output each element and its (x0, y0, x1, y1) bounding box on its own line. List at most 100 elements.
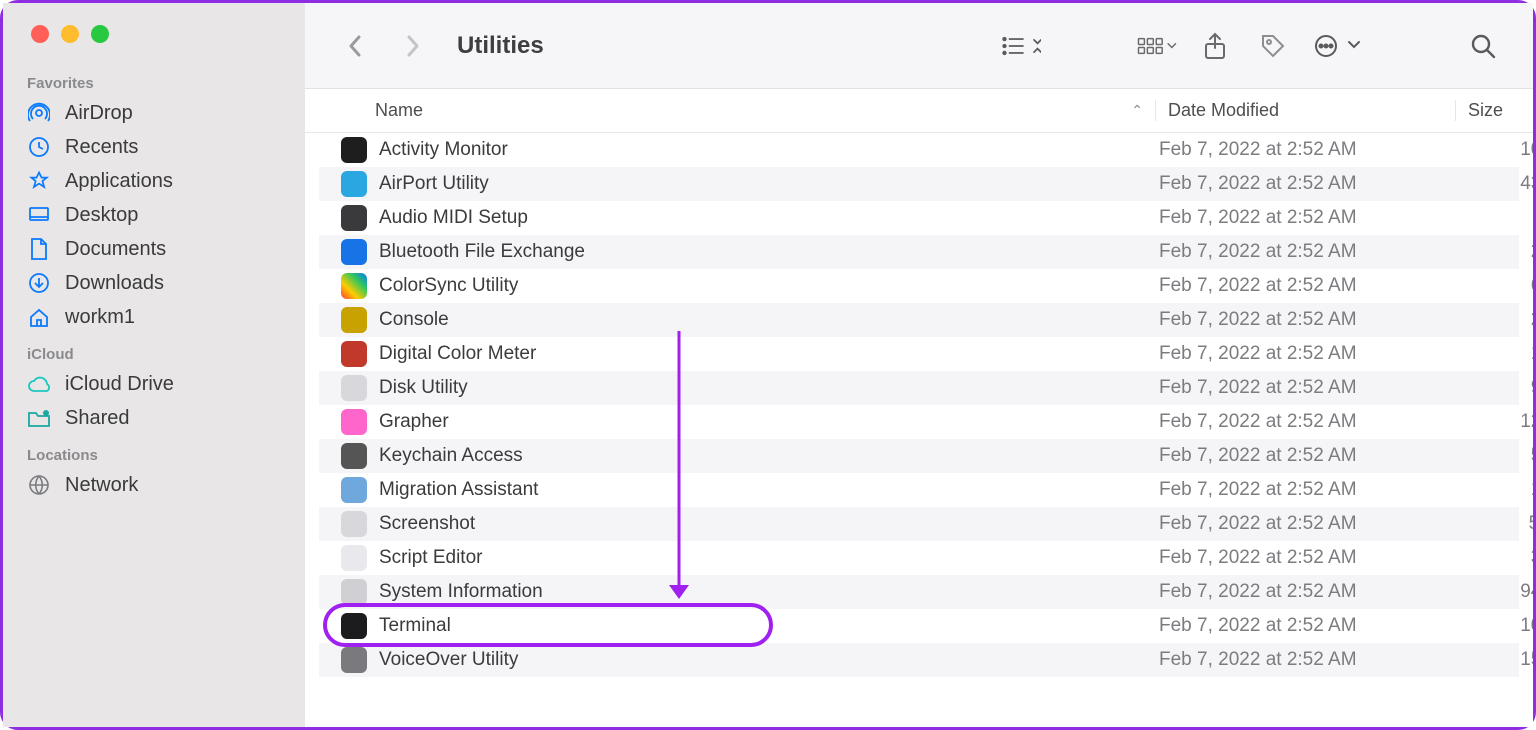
file-date: Feb 7, 2022 at 2:52 AM (1155, 581, 1455, 603)
file-size: 15.3 MB (1455, 649, 1533, 671)
file-size: 6.8 MB (1455, 275, 1533, 297)
file-date: Feb 7, 2022 at 2:52 AM (1155, 207, 1455, 229)
app-icon (341, 341, 367, 367)
file-date: Feb 7, 2022 at 2:52 AM (1155, 479, 1455, 501)
sidebar-item-airdrop[interactable]: AirDrop (11, 96, 297, 130)
file-row[interactable]: Bluetooth File Exchange Feb 7, 2022 at 2:… (319, 235, 1519, 269)
file-row[interactable]: TerminalFeb 7, 2022 at 2:52 AM10.6 MBApp… (319, 609, 1519, 643)
download-icon (27, 271, 51, 295)
file-row[interactable]: ConsoleFeb 7, 2022 at 2:52 AM2.7 MBAppli… (319, 303, 1519, 337)
file-date: Feb 7, 2022 at 2:52 AM (1155, 513, 1455, 535)
file-date: Feb 7, 2022 at 2:52 AM (1155, 139, 1455, 161)
fullscreen-window-button[interactable] (91, 25, 109, 43)
app-icon (341, 375, 367, 401)
file-size: 3.3 MB (1455, 547, 1533, 569)
toolbar: Utilities (305, 3, 1533, 89)
file-row[interactable]: Keychain AccessFeb 7, 2022 at 2:52 AM5.7… (319, 439, 1519, 473)
file-row[interactable]: Migration Assistant Feb 7, 2022 at 2:52 A… (319, 473, 1519, 507)
file-date: Feb 7, 2022 at 2:52 AM (1155, 411, 1455, 433)
app-icon (341, 477, 367, 503)
file-name: Script Editor (379, 547, 482, 569)
app-icon (341, 647, 367, 673)
folder-title: Utilities (457, 32, 544, 60)
file-row[interactable]: AirPort UtilityFeb 7, 2022 at 2:52 AM43.… (319, 167, 1519, 201)
file-name: Screenshot (379, 513, 475, 535)
file-date: Feb 7, 2022 at 2:52 AM (1155, 241, 1455, 263)
sidebar-item-downloads[interactable]: Downloads (11, 266, 297, 300)
file-row[interactable]: Disk UtilityFeb 7, 2022 at 2:52 AM9.3 MB… (319, 371, 1519, 405)
file-name: ColorSync Utility (379, 275, 518, 297)
group-by-button[interactable] (1137, 26, 1177, 66)
file-row[interactable]: Digital Color MeterFeb 7, 2022 at 2:52 A… (319, 337, 1519, 371)
close-window-button[interactable] (31, 25, 49, 43)
column-name-header[interactable]: Name ⌃ (305, 100, 1155, 121)
file-size: 10.7 MB (1455, 139, 1533, 161)
file-date: Feb 7, 2022 at 2:52 AM (1155, 343, 1455, 365)
sidebar-item-applications[interactable]: Applications (11, 164, 297, 198)
file-size: 5.7 MB (1455, 445, 1533, 467)
globe-icon (27, 473, 51, 497)
file-row[interactable]: Audio MIDI SetupFeb 7, 2022 at 2:52 AM10… (319, 201, 1519, 235)
sidebar-section-favorites: Favorites (11, 71, 297, 96)
search-button[interactable] (1463, 26, 1503, 66)
file-row[interactable]: ColorSync UtilityFeb 7, 2022 at 2:52 AM6… (319, 269, 1519, 303)
column-name-label: Name (375, 100, 423, 121)
sidebar-item-label: Network (65, 474, 138, 497)
file-size: 9.3 MB (1455, 377, 1533, 399)
sidebar-item-network[interactable]: Network (11, 468, 297, 502)
sidebar: FavoritesAirDropRecentsApplications Deskt… (3, 3, 305, 727)
file-size: 43.8 MB (1455, 173, 1533, 195)
apps-icon (27, 169, 51, 193)
desktop-icon (27, 203, 51, 227)
file-row[interactable]: ScreenshotFeb 7, 2022 at 2:52 AM508 KBAp… (319, 507, 1519, 541)
folder-shared-icon (27, 406, 51, 430)
file-row[interactable]: Script EditorFeb 7, 2022 at 2:52 AM3.3 M… (319, 541, 1519, 575)
file-name: Bluetooth File Exchange (379, 241, 585, 263)
file-date: Feb 7, 2022 at 2:52 AM (1155, 173, 1455, 195)
file-name: Disk Utility (379, 377, 468, 399)
file-name: System Information (379, 581, 543, 603)
sidebar-item-workm1[interactable]: workm1 (11, 300, 297, 334)
minimize-window-button[interactable] (61, 25, 79, 43)
sidebar-item-documents[interactable]: Documents (11, 232, 297, 266)
column-date-header[interactable]: Date Modified (1155, 100, 1455, 121)
share-button[interactable] (1195, 26, 1235, 66)
sidebar-item-label: workm1 (65, 306, 135, 329)
file-row[interactable]: Activity MonitorFeb 7, 2022 at 2:52 AM10… (319, 133, 1519, 167)
file-date: Feb 7, 2022 at 2:52 AM (1155, 309, 1455, 331)
forward-button[interactable] (393, 26, 433, 66)
app-icon (341, 613, 367, 639)
tags-button[interactable] (1253, 26, 1293, 66)
back-button[interactable] (335, 26, 375, 66)
file-row[interactable]: GrapherFeb 7, 2022 at 2:52 AM12.8 MBAppl… (319, 405, 1519, 439)
cloud-icon (27, 372, 51, 396)
sidebar-item-desktop[interactable]: Desktop (11, 198, 297, 232)
file-row[interactable]: System Information Feb 7, 2022 at 2:52 AM… (319, 575, 1519, 609)
file-name: AirPort Utility (379, 173, 489, 195)
view-list-button[interactable] (1001, 26, 1041, 66)
file-size: 1.5 MB (1455, 343, 1533, 365)
sidebar-item-label: Desktop (65, 204, 138, 227)
app-icon (341, 137, 367, 163)
file-date: Feb 7, 2022 at 2:52 AM (1155, 615, 1455, 637)
column-headers: Name ⌃ Date Modified Size Kind (305, 89, 1533, 133)
file-size: 12.8 MB (1455, 411, 1533, 433)
file-row[interactable]: VoiceOver UtilityFeb 7, 2022 at 2:52 AM1… (319, 643, 1519, 677)
file-name: Migration Assistant (379, 479, 538, 501)
file-size: 1.4 MB (1455, 479, 1533, 501)
app-icon (341, 443, 367, 469)
file-size: 2.2 MB (1455, 241, 1533, 263)
action-menu-button[interactable] (1311, 26, 1367, 66)
file-date: Feb 7, 2022 at 2:52 AM (1155, 547, 1455, 569)
app-icon (341, 307, 367, 333)
app-icon (341, 205, 367, 231)
sidebar-item-icloud-drive[interactable]: iCloud Drive (11, 367, 297, 401)
sidebar-item-shared[interactable]: Shared (11, 401, 297, 435)
file-size: 10.6 MB (1455, 615, 1533, 637)
file-date: Feb 7, 2022 at 2:52 AM (1155, 445, 1455, 467)
column-size-header[interactable]: Size (1455, 100, 1536, 121)
file-name: Terminal (379, 615, 451, 637)
file-size: 2.7 MB (1455, 309, 1533, 331)
file-size: 94.5 MB (1455, 581, 1533, 603)
sidebar-item-recents[interactable]: Recents (11, 130, 297, 164)
